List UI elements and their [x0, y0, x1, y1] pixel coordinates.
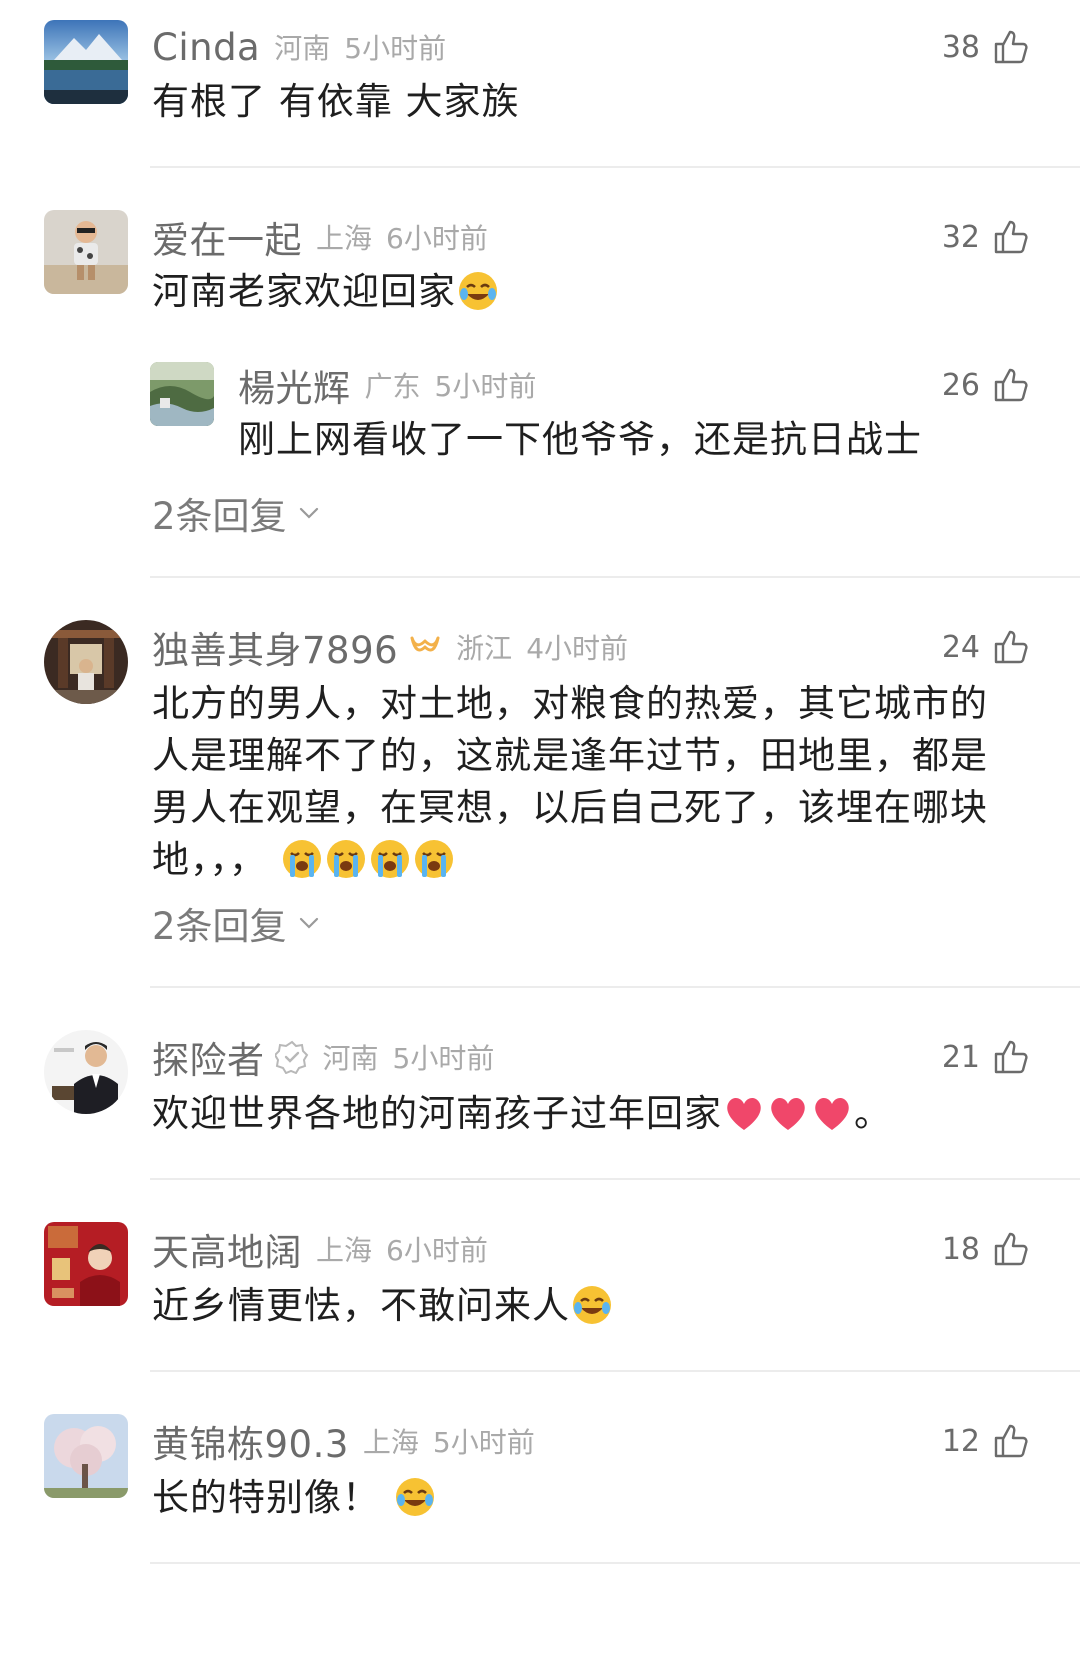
tears-of-joy-emoji: [457, 270, 499, 312]
comment-text: 河南老家欢迎回家: [152, 266, 1032, 318]
divider: [150, 166, 1080, 168]
like-count: 18: [941, 1231, 980, 1267]
replies-count-label: 2条回复: [152, 495, 287, 538]
user-location: 上海: [316, 222, 373, 255]
red-heart-emoji: [723, 1092, 765, 1134]
like-count: 12: [941, 1423, 980, 1459]
user-location: 上海: [362, 1426, 419, 1459]
comment-text-content: 长的特别像！: [152, 1476, 380, 1519]
comment-text-line: 男人在观望，在冥想，以后自己死了，该埋在哪块: [152, 786, 988, 829]
comment-text-content: 近乡情更怯，不敢问来人: [152, 1284, 570, 1327]
comment-text-tail: 。: [854, 1092, 892, 1135]
divider: [150, 1370, 1080, 1372]
crying-face-emoji: [325, 838, 367, 880]
user-location: 广东: [364, 370, 421, 403]
comment-text-line: 人是理解不了的，这就是逢年过节，田地里，都是: [152, 734, 988, 777]
comment-text: 近乡情更怯，不敢问来人: [152, 1280, 1032, 1332]
like-button[interactable]: 26: [942, 360, 1030, 410]
thumbs-up-icon[interactable]: [992, 1038, 1030, 1076]
vip-infinity-icon: [408, 630, 442, 664]
username[interactable]: Cinda: [152, 26, 260, 69]
user-avatar[interactable]: [44, 1030, 128, 1114]
comment-text: 北方的男人，对土地，对粮食的热爱，其它城市的 人是理解不了的，这就是逢年过节，田…: [152, 678, 1032, 886]
comment-text: 欢迎世界各地的河南孩子过年回家 。: [152, 1088, 1032, 1140]
chevron-down-icon: [299, 917, 318, 929]
thumbs-up-icon[interactable]: [992, 1230, 1030, 1268]
user-avatar[interactable]: [44, 20, 128, 104]
thumbs-up-icon[interactable]: [992, 28, 1030, 66]
verified-badge-icon: [274, 1040, 309, 1074]
username[interactable]: 黄锦栋90.3: [152, 1414, 349, 1468]
user-avatar[interactable]: [44, 210, 128, 294]
comment-time: 5小时前: [392, 1042, 495, 1075]
crying-face-emoji: [281, 838, 323, 880]
comment-text: 长的特别像！: [152, 1472, 1032, 1524]
comment-text-line: 北方的男人，对土地，对粮食的热爱，其它城市的: [152, 682, 988, 725]
like-count: 21: [941, 1039, 980, 1075]
comment-time: 5小时前: [432, 1426, 535, 1459]
chevron-down-icon: [299, 507, 318, 519]
divider: [150, 1562, 1080, 1564]
user-location: 河南: [322, 1042, 379, 1075]
user-avatar[interactable]: [44, 1222, 128, 1306]
username[interactable]: 爱在一起: [152, 210, 302, 264]
view-replies-button[interactable]: 2条回复: [152, 896, 321, 950]
like-count: 32: [941, 219, 980, 255]
divider: [150, 1178, 1080, 1180]
like-count: 38: [941, 29, 980, 65]
like-button[interactable]: 12: [942, 1416, 1030, 1466]
username[interactable]: 探险者: [152, 1030, 265, 1084]
thumbs-up-icon[interactable]: [992, 628, 1030, 666]
view-replies-button[interactable]: 2条回复: [152, 486, 321, 540]
thumbs-up-icon[interactable]: [992, 218, 1030, 256]
user-location: 浙江: [456, 632, 513, 665]
red-heart-emoji: [767, 1092, 809, 1134]
user-location: 上海: [316, 1234, 373, 1267]
username[interactable]: 楊光辉: [238, 358, 351, 412]
comment-text-line: 地，，，: [152, 838, 267, 881]
like-button[interactable]: 32: [942, 212, 1030, 262]
like-button[interactable]: 18: [942, 1224, 1030, 1274]
crying-face-emoji: [369, 838, 411, 880]
like-count: 24: [941, 629, 980, 665]
comment-time: 6小时前: [386, 1234, 488, 1267]
comment-text-last-line: 地，，，: [152, 834, 1032, 886]
reply-avatar[interactable]: [150, 362, 214, 426]
like-button[interactable]: 21: [942, 1032, 1030, 1082]
red-heart-emoji: [811, 1092, 853, 1134]
comment-text-content: 河南老家欢迎回家: [152, 270, 456, 313]
user-avatar[interactable]: [44, 620, 128, 704]
like-button[interactable]: 24: [942, 622, 1030, 672]
crying-face-emoji: [413, 838, 455, 880]
reply-text: 刚上网看收了一下他爷爷，还是抗日战士: [238, 418, 922, 461]
like-button[interactable]: 38: [942, 22, 1030, 72]
comment-time: 6小时前: [386, 222, 488, 255]
comment-text-content: 欢迎世界各地的河南孩子过年回家: [152, 1092, 722, 1135]
thumbs-up-icon[interactable]: [992, 1422, 1030, 1460]
user-location: 河南: [274, 32, 331, 65]
thumbs-up-icon[interactable]: [992, 366, 1030, 404]
username[interactable]: 独善其身7896: [152, 620, 398, 674]
comment-time: 5小时前: [344, 32, 447, 65]
comment-time: 4小时前: [526, 632, 629, 665]
comment-text: 有根了 有依靠 大家族: [152, 80, 520, 123]
divider: [150, 576, 1080, 578]
tears-of-joy-emoji: [571, 1284, 613, 1326]
replies-count-label: 2条回复: [152, 905, 287, 948]
user-avatar[interactable]: [44, 1414, 128, 1498]
username[interactable]: 天高地阔: [152, 1222, 302, 1276]
tears-of-joy-emoji: [394, 1476, 436, 1518]
like-count: 26: [941, 367, 980, 403]
comment-time: 5小时前: [434, 370, 537, 403]
divider: [150, 986, 1080, 988]
